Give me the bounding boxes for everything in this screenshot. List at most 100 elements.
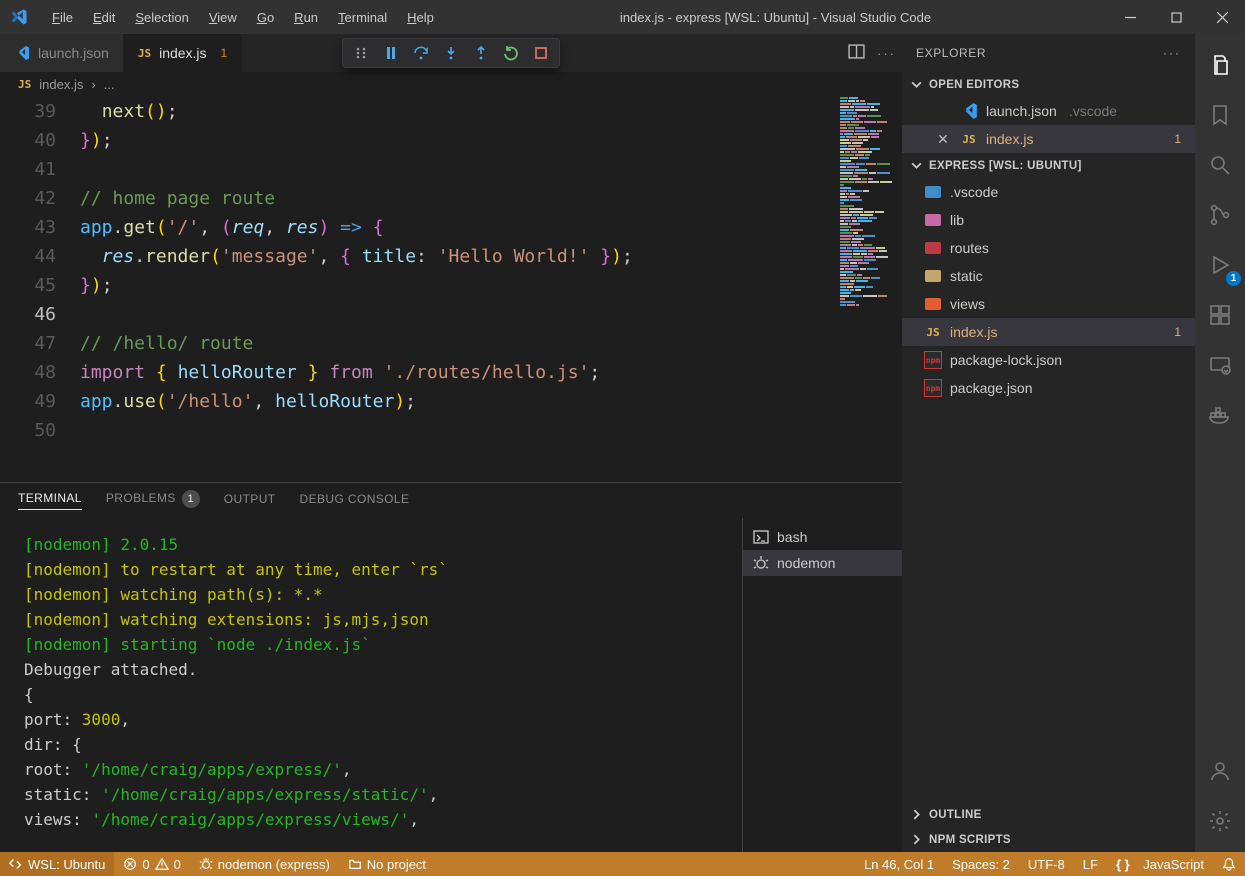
status-remote[interactable]: WSL: Ubuntu xyxy=(0,852,114,876)
tree-item-package-json[interactable]: npmpackage.json xyxy=(902,374,1195,402)
tree-item-label: lib xyxy=(950,212,964,228)
status-debug[interactable]: nodemon (express) xyxy=(190,852,339,876)
tab-dirty-badge: 1 xyxy=(221,46,228,60)
activity-docker-button[interactable] xyxy=(1195,390,1245,440)
status-bar: WSL: Ubuntu 0 0 nodemon (express) No pro… xyxy=(0,852,1245,876)
open-editors-label: OPEN EDITORS xyxy=(929,79,1019,91)
panel-tab-label: PROBLEMS xyxy=(106,491,176,505)
tree-item-label: views xyxy=(950,296,985,312)
menu-file[interactable]: File xyxy=(42,6,83,29)
code-editor[interactable]: 394041424344454647484950 next();});// ho… xyxy=(0,97,902,482)
status-warnings: 0 xyxy=(174,857,181,872)
status-encoding-label: UTF-8 xyxy=(1028,857,1065,872)
menu-run[interactable]: Run xyxy=(284,6,328,29)
debug-drag-handle-icon[interactable] xyxy=(349,41,373,65)
status-spaces[interactable]: Spaces: 2 xyxy=(943,857,1019,872)
tree-item-package-lock-json[interactable]: npm package-lock.json xyxy=(902,346,1195,374)
npm-scripts-section-header[interactable]: NPM SCRIPTS xyxy=(902,827,1195,852)
vscode-file-icon xyxy=(960,102,978,120)
open-editor-index-js[interactable]: ✕JSindex.js1 xyxy=(902,125,1195,153)
activity-search-button[interactable] xyxy=(1195,140,1245,190)
terminal-entry-bash[interactable]: bash xyxy=(743,524,902,550)
panel-tab-debug-console[interactable]: DEBUG CONSOLE xyxy=(300,492,410,510)
panel-tab-problems[interactable]: PROBLEMS 1 xyxy=(106,490,200,512)
close-window-button[interactable] xyxy=(1199,0,1245,34)
minimap[interactable] xyxy=(840,97,894,357)
status-project-label: No project xyxy=(367,857,426,872)
debug-step-into-button[interactable] xyxy=(439,41,463,65)
minimize-button[interactable] xyxy=(1107,0,1153,34)
npm-file-icon: npm xyxy=(924,351,942,369)
breadcrumb[interactable]: JS index.js › ... xyxy=(0,72,902,97)
tree-item-label: package-lock.json xyxy=(950,352,1062,368)
open-editors-list: launch.json .vscode✕JSindex.js1 xyxy=(902,97,1195,153)
maximize-button[interactable] xyxy=(1153,0,1199,34)
status-debug-label: nodemon (express) xyxy=(218,857,330,872)
panel-tab-terminal[interactable]: TERMINAL xyxy=(18,491,82,510)
activity-source-control-button[interactable] xyxy=(1195,190,1245,240)
activity-explorer-button[interactable] xyxy=(1195,40,1245,90)
tree-item-routes[interactable]: routes xyxy=(902,234,1195,262)
tab-launch-json[interactable]: launch.json xyxy=(0,34,124,72)
debug-restart-button[interactable] xyxy=(499,41,523,65)
tab-index-js[interactable]: JSindex.js1 xyxy=(124,34,242,72)
code-body: next();});// home page routeapp.get('/',… xyxy=(80,97,902,482)
terminal-entry-label: bash xyxy=(777,529,807,545)
debug-toolbar xyxy=(342,38,560,68)
activity-extensions-button[interactable] xyxy=(1195,290,1245,340)
status-problems[interactable]: 0 0 xyxy=(114,852,189,876)
open-editor-mod-badge: 1 xyxy=(1174,132,1181,146)
explorer-more-button[interactable]: ··· xyxy=(1163,46,1181,60)
status-language-label: JavaScript xyxy=(1143,857,1204,872)
status-eol-label: LF xyxy=(1083,857,1098,872)
activity-run-debug-button[interactable]: 1 xyxy=(1195,240,1245,290)
panel-tab-output[interactable]: OUTPUT xyxy=(224,492,276,510)
vscode-file-icon xyxy=(14,45,30,61)
terminal-output[interactable]: [nodemon] 2.0.15[nodemon] to restart at … xyxy=(0,518,742,852)
menu-go[interactable]: Go xyxy=(247,6,284,29)
open-editor-launch-json[interactable]: launch.json .vscode xyxy=(902,97,1195,125)
folder-icon xyxy=(925,298,941,310)
debug-icon xyxy=(753,555,769,571)
tree-item-lib[interactable]: lib xyxy=(902,206,1195,234)
debug-step-over-button[interactable] xyxy=(409,41,433,65)
tree-item--vscode[interactable]: .vscode xyxy=(902,178,1195,206)
close-icon[interactable]: ✕ xyxy=(934,131,952,148)
outline-section-header[interactable]: OUTLINE xyxy=(902,802,1195,827)
folder-icon xyxy=(925,242,941,254)
tree-item-label: static xyxy=(950,268,983,284)
status-cursor[interactable]: Ln 46, Col 1 xyxy=(855,857,943,872)
folder-icon xyxy=(925,270,941,282)
menu-selection[interactable]: Selection xyxy=(125,6,198,29)
tree-item-static[interactable]: static xyxy=(902,262,1195,290)
panel-tab-label: TERMINAL xyxy=(18,491,82,505)
status-notifications-button[interactable] xyxy=(1213,857,1245,871)
vscode-logo-icon xyxy=(10,8,28,26)
split-editor-button[interactable] xyxy=(848,43,865,63)
terminal-entry-nodemon[interactable]: nodemon xyxy=(743,550,902,576)
panel-tab-count: 1 xyxy=(182,490,200,508)
status-eol[interactable]: LF xyxy=(1074,857,1107,872)
tree-item-label: .vscode xyxy=(950,184,998,200)
tree-item-index-js[interactable]: JSindex.js1 xyxy=(902,318,1195,346)
menu-view[interactable]: View xyxy=(199,6,247,29)
menu-edit[interactable]: Edit xyxy=(83,6,125,29)
activity-settings-button[interactable] xyxy=(1195,796,1245,846)
side-panel: EXPLORER ··· OPEN EDITORS launch.json .v… xyxy=(902,34,1195,852)
menu-bar: FileEditSelectionViewGoRunTerminalHelp xyxy=(42,6,444,29)
activity-remote-button[interactable] xyxy=(1195,340,1245,390)
folder-section-header[interactable]: EXPRESS [WSL: UBUNTU] xyxy=(902,153,1195,178)
debug-stop-button[interactable] xyxy=(529,41,553,65)
menu-help[interactable]: Help xyxy=(397,6,444,29)
activity-accounts-button[interactable] xyxy=(1195,746,1245,796)
debug-step-out-button[interactable] xyxy=(469,41,493,65)
status-encoding[interactable]: UTF-8 xyxy=(1019,857,1074,872)
menu-terminal[interactable]: Terminal xyxy=(328,6,397,29)
status-language[interactable]: { } JavaScript xyxy=(1107,857,1213,872)
tree-item-views[interactable]: views xyxy=(902,290,1195,318)
status-project[interactable]: No project xyxy=(339,852,435,876)
activity-bookmark-button[interactable] xyxy=(1195,90,1245,140)
debug-pause-button[interactable] xyxy=(379,41,403,65)
open-editors-section-header[interactable]: OPEN EDITORS xyxy=(902,72,1195,97)
editor-more-button[interactable]: ··· xyxy=(877,46,896,61)
